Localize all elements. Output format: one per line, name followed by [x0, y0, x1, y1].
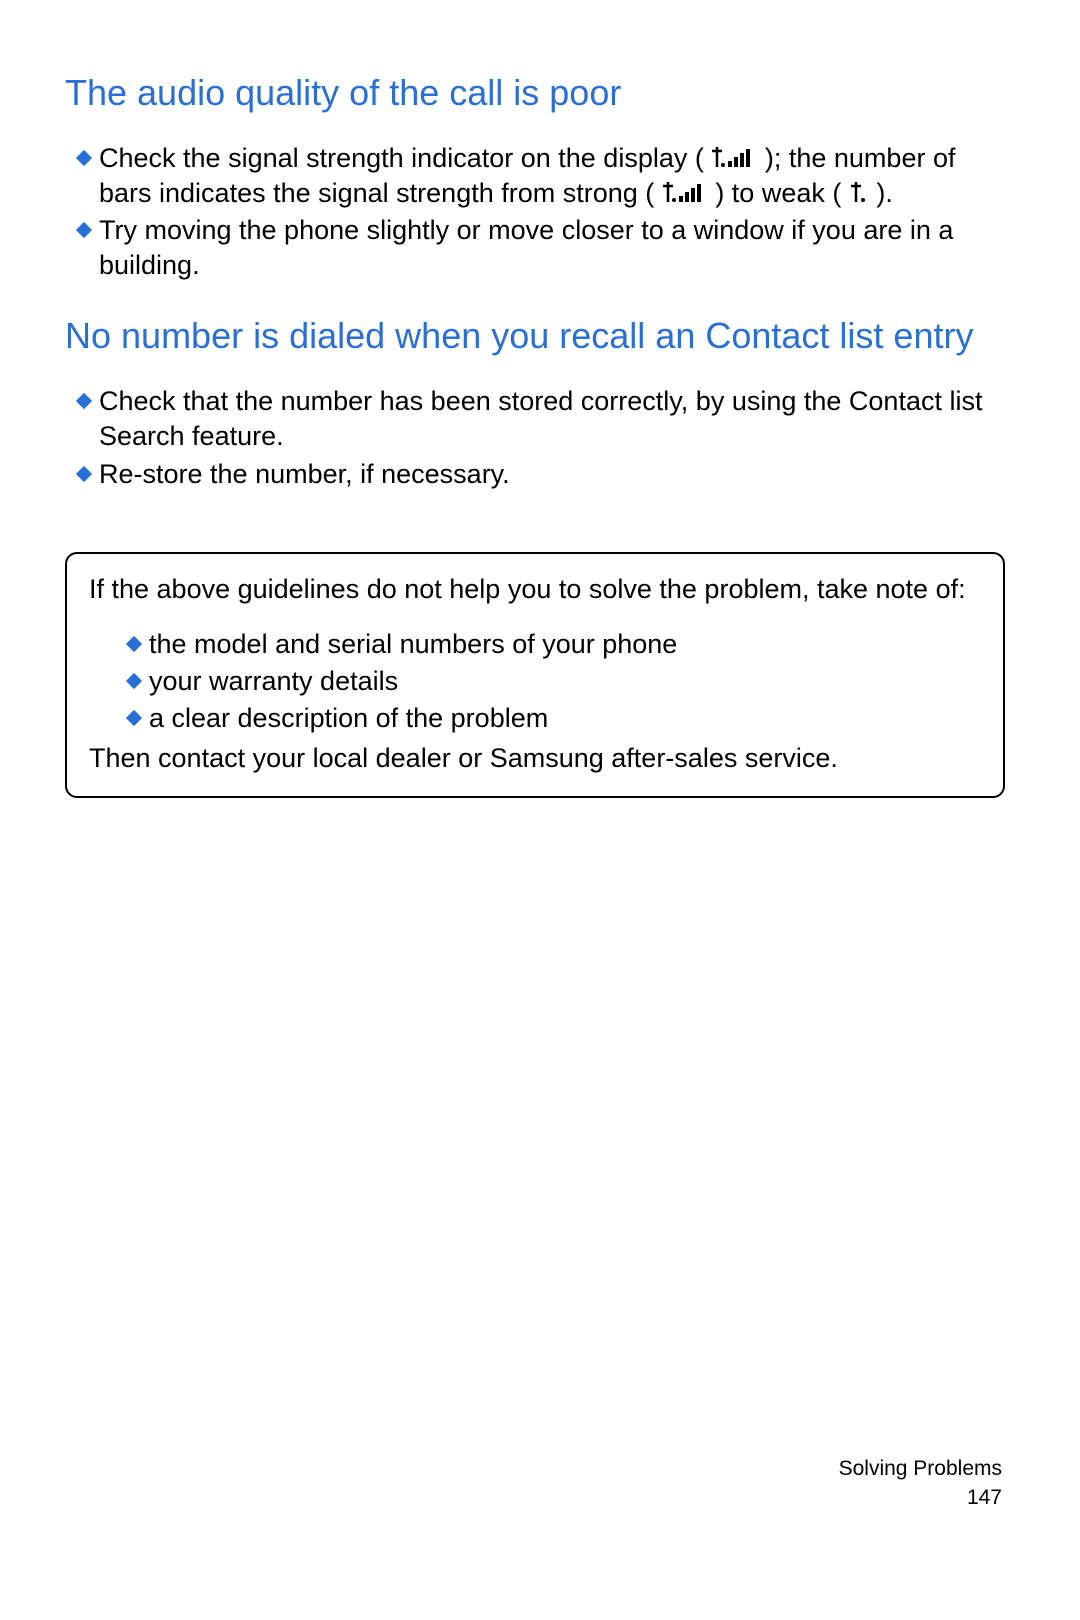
note-list: the model and serial numbers of your pho… [125, 627, 981, 736]
bullet-text: Re-store the number, if necessary. [99, 457, 1005, 492]
list-item: Check that the number has been stored co… [75, 384, 1005, 454]
page-number: 147 [839, 1484, 1002, 1512]
list-audio-quality: Check the signal strength indicator on t… [75, 141, 1005, 283]
list-item: your warranty details [125, 664, 981, 699]
note-outro: Then contact your local dealer or Samsun… [89, 741, 981, 777]
diamond-bullet-icon [75, 149, 93, 167]
text-part: ). [876, 178, 893, 208]
bullet-text: the model and serial numbers of your pho… [149, 627, 981, 662]
text-part: Check the signal strength indicator on t… [99, 143, 704, 173]
list-item: a clear description of the problem [125, 701, 981, 736]
diamond-bullet-icon [75, 221, 93, 239]
list-no-number: Check that the number has been stored co… [75, 384, 1005, 491]
list-item: the model and serial numbers of your pho… [125, 627, 981, 662]
diamond-bullet-icon [75, 392, 93, 410]
diamond-bullet-icon [125, 672, 143, 690]
bullet-text: your warranty details [149, 664, 981, 699]
list-item: Try moving the phone slightly or move cl… [75, 213, 1005, 283]
page-footer: Solving Problems 147 [839, 1455, 1002, 1512]
diamond-bullet-icon [125, 635, 143, 653]
signal-weak-icon [850, 180, 868, 204]
diamond-bullet-icon [75, 465, 93, 483]
text-part: ) to weak ( [715, 178, 841, 208]
bullet-text: Try moving the phone slightly or move cl… [99, 213, 1005, 283]
diamond-bullet-icon [125, 709, 143, 727]
signal-full-icon [663, 180, 707, 204]
bullet-text: a clear description of the problem [149, 701, 981, 736]
note-intro: If the above guidelines do not help you … [89, 572, 981, 608]
note-box: If the above guidelines do not help you … [65, 552, 1005, 799]
list-item: Check the signal strength indicator on t… [75, 141, 1005, 211]
chapter-title: Solving Problems [839, 1455, 1002, 1483]
bullet-text: Check that the number has been stored co… [99, 384, 1005, 454]
heading-audio-quality: The audio quality of the call is poor [65, 70, 1005, 115]
bullet-text: Check the signal strength indicator on t… [99, 141, 1005, 211]
signal-full-icon [712, 145, 756, 169]
heading-no-number-dialed: No number is dialed when you recall an C… [65, 313, 1005, 358]
list-item: Re-store the number, if necessary. [75, 457, 1005, 492]
